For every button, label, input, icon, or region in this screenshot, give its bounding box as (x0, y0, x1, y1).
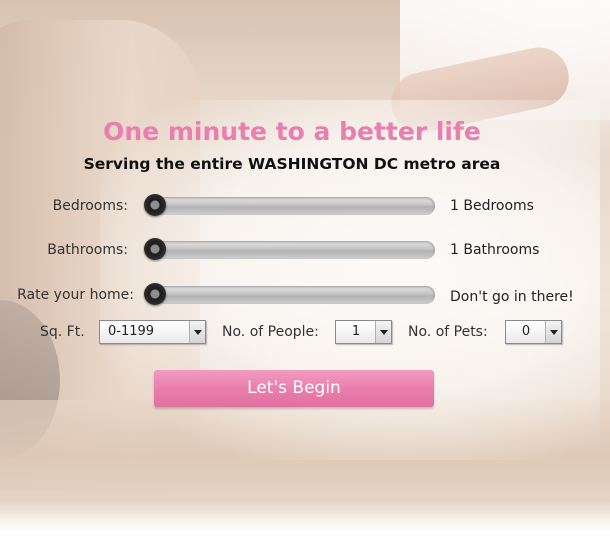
pets-select[interactable]: 0 (505, 320, 562, 344)
rate-home-slider[interactable] (144, 283, 435, 305)
sqft-label: Sq. Ft. (40, 324, 85, 340)
bedrooms-label: Bedrooms: (52, 198, 128, 214)
bathrooms-slider[interactable] (144, 238, 435, 260)
chevron-down-icon[interactable] (189, 321, 205, 343)
bathrooms-label: Bathrooms: (47, 242, 128, 258)
page-title: One minute to a better life (103, 117, 481, 146)
bathrooms-slider-handle[interactable] (144, 238, 166, 260)
bedrooms-value: 1 Bedrooms (450, 198, 534, 214)
bedrooms-slider-handle[interactable] (144, 194, 166, 216)
page-subtitle: Serving the entire WASHINGTON DC metro a… (83, 155, 501, 173)
bathrooms-value: 1 Bathrooms (450, 242, 540, 258)
people-label: No. of People: (222, 324, 319, 340)
people-select[interactable]: 1 (335, 320, 392, 344)
chevron-down-icon[interactable] (375, 321, 391, 343)
sqft-select[interactable]: 0-1199 (99, 320, 206, 344)
rate-home-label: Rate your home: (17, 287, 134, 303)
chevron-down-icon[interactable] (545, 321, 561, 343)
quote-form: One minute to a better life Serving the … (0, 0, 610, 546)
pets-label: No. of Pets: (408, 324, 488, 340)
rate-home-value: Don't go in there! (450, 289, 574, 305)
pets-select-value: 0 (521, 324, 531, 339)
people-select-value: 1 (351, 324, 361, 339)
sqft-select-value: 0-1199 (108, 324, 155, 339)
rate-home-slider-handle[interactable] (144, 283, 166, 305)
bedrooms-slider[interactable] (144, 194, 435, 216)
lets-begin-button[interactable]: Let's Begin (154, 370, 434, 407)
